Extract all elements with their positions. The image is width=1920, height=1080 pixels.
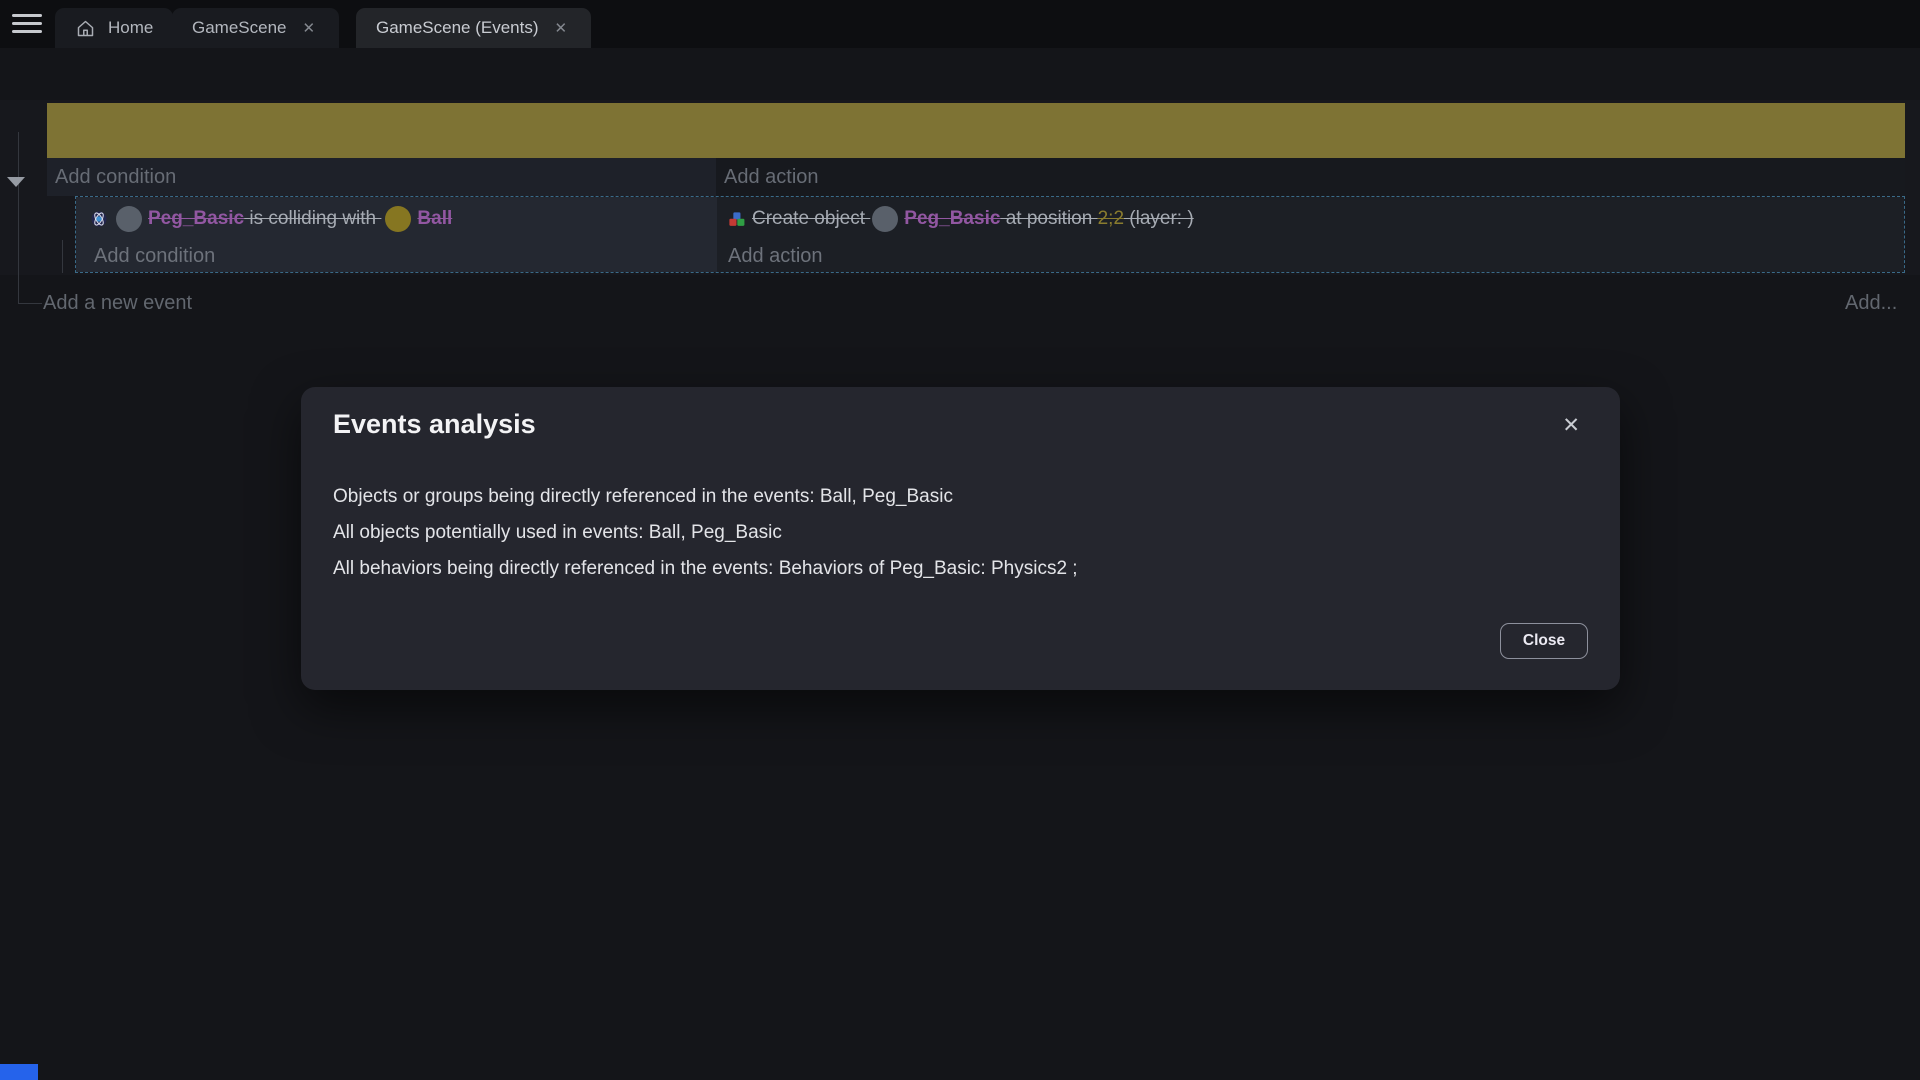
add-more-button[interactable]: Add... [1845,292,1897,315]
add-action-button[interactable]: Add action [717,241,1904,271]
object-thumbnail-ball [385,206,411,232]
create-object-icon [727,210,746,229]
tab-bar: Home GameScene ✕ GameScene (Events) ✕ [0,0,1920,48]
event-tree-line [18,132,19,303]
tab-label: Home [108,18,153,38]
selected-event-highlight-bar[interactable] [47,103,1905,158]
condition-object-name: Ball [417,208,452,230]
close-button[interactable]: Close [1500,623,1588,659]
action-line[interactable]: Create object Peg_Basic at position 2;2 … [717,197,1904,241]
app-window: Home GameScene ✕ GameScene (Events) ✕ [0,0,1920,1080]
tab-home[interactable]: Home [55,8,173,48]
object-thumbnail-peg-basic [872,206,898,232]
add-condition-button[interactable]: Add condition [76,241,717,271]
corner-indicator [0,1064,38,1080]
close-icon[interactable]: ✕ [1562,413,1580,438]
condition-object-name: Peg_Basic [148,208,244,230]
tab-label: GameScene [192,18,287,38]
event-tree-line [62,240,63,273]
tab-gamescene[interactable]: GameScene ✕ [172,8,339,48]
add-action-button[interactable]: Add action [716,158,1905,196]
close-icon[interactable]: ✕ [551,17,572,39]
hamburger-menu-icon[interactable] [12,14,42,34]
condition-line[interactable]: Peg_Basic is colliding with Ball [76,197,717,241]
toolbar: Preview Publish [0,48,1920,100]
object-thumbnail-peg-basic [116,206,142,232]
analysis-line-behaviors-referenced: All behaviors being directly referenced … [333,551,1078,587]
physics-behavior-icon [90,210,108,228]
analysis-line-objects-referenced: Objects or groups being directly referen… [333,479,1078,515]
add-condition-button[interactable]: Add condition [47,158,716,196]
top-add-condition-cell[interactable]: Add condition [47,158,716,196]
analysis-line-objects-used: All objects potentially used in events: … [333,515,1078,551]
action-text: at position [1000,208,1097,230]
action-object-name: Peg_Basic [904,208,1000,230]
collapse-event-icon[interactable] [7,177,25,187]
top-add-action-cell[interactable]: Add action [716,158,1905,196]
action-text: Create object [752,208,870,230]
event-row-selected[interactable]: Peg_Basic is colliding with Ball Add con… [75,196,1905,273]
dialog-title: Events analysis [333,409,536,440]
event-tree-line [18,303,42,304]
add-new-event-button[interactable]: Add a new event [43,292,192,315]
dialog-body: Objects or groups being directly referen… [333,479,1078,587]
tab-gamescene-events[interactable]: GameScene (Events) ✕ [356,8,591,48]
close-icon[interactable]: ✕ [299,17,320,39]
home-icon [75,18,96,39]
events-analysis-dialog: Events analysis ✕ Objects or groups bein… [301,387,1620,690]
action-text: (layer: ) [1124,208,1194,230]
condition-text: is colliding with [244,208,381,230]
event-conditions-cell[interactable]: Peg_Basic is colliding with Ball Add con… [76,197,717,272]
action-position-value: 2;2 [1098,208,1124,230]
event-actions-cell[interactable]: Create object Peg_Basic at position 2;2 … [717,197,1904,272]
tab-label: GameScene (Events) [376,18,539,38]
